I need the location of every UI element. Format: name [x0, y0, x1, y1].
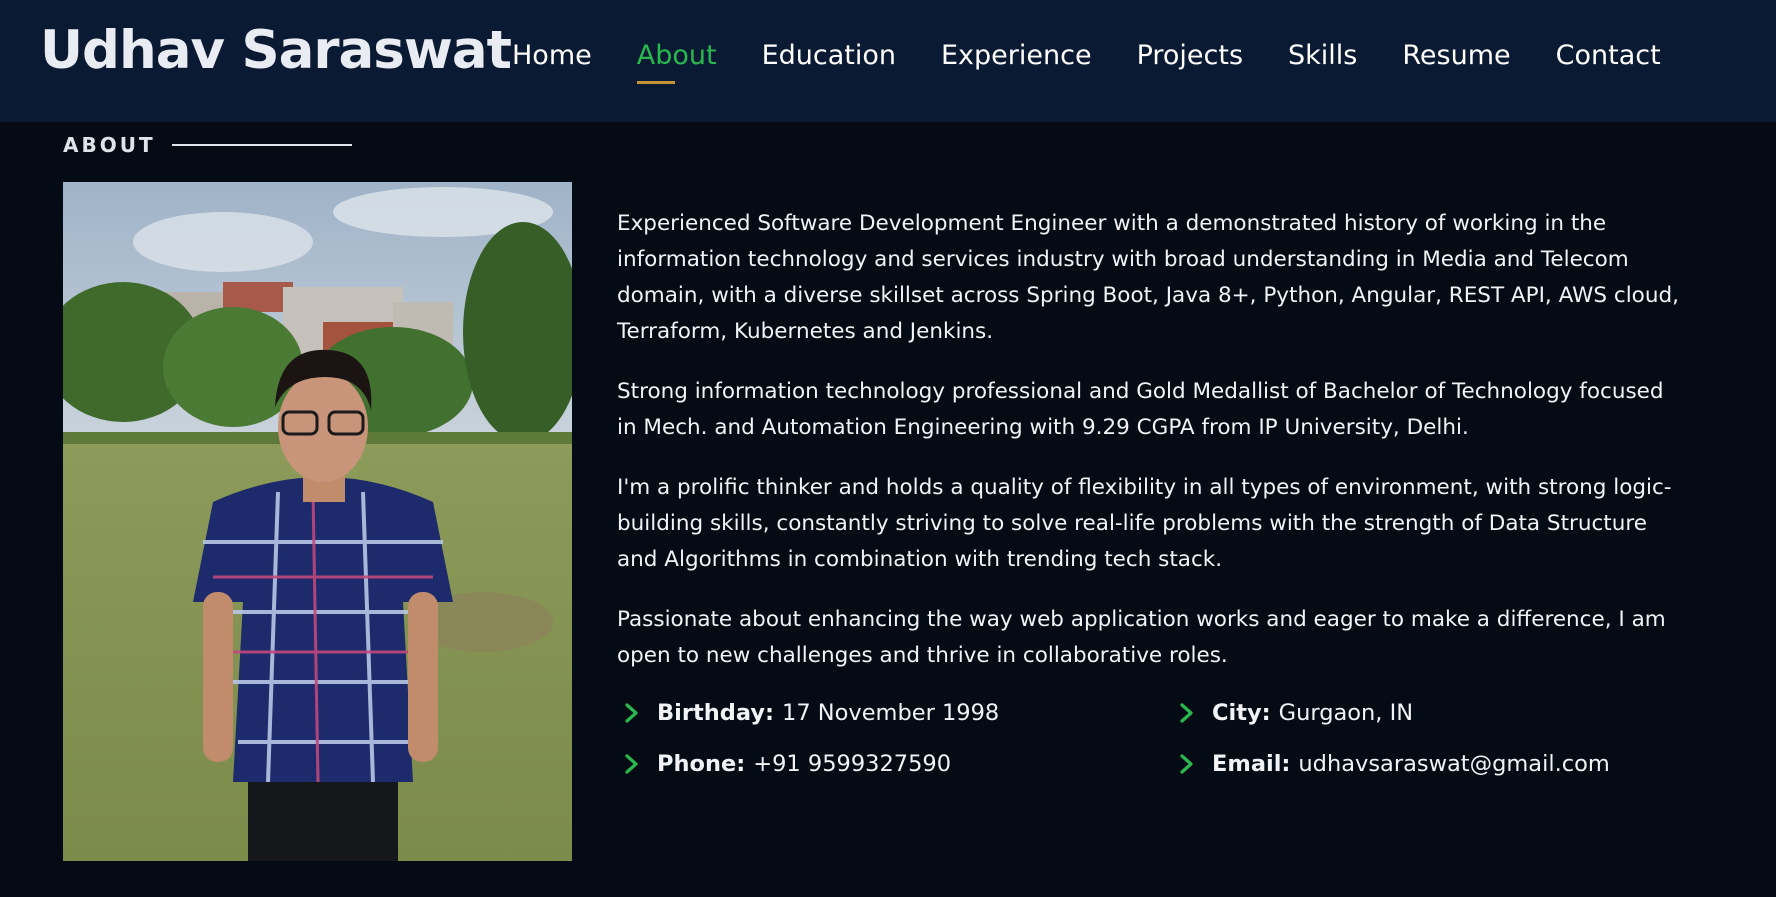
about-paragraph: I'm a prolific thinker and holds a quali…	[617, 475, 1672, 572]
about-paragraph: Strong information technology profession…	[617, 379, 1664, 440]
chevron-right-icon	[617, 702, 647, 724]
section-title-text: ABOUT	[63, 133, 156, 157]
about-content: Experienced Software Development Enginee…	[617, 206, 1687, 698]
about-paragraph: Passionate about enhancing the way web a…	[617, 607, 1666, 668]
detail-value: Gurgaon, IN	[1278, 700, 1414, 726]
detail-value: 17 November 1998	[782, 700, 1000, 726]
detail-phone: Phone: +91 9599327590	[617, 751, 951, 777]
detail-email: Email: udhavsaraswat@gmail.com	[1172, 751, 1610, 777]
main-nav: Home About Education Experience Projects…	[512, 36, 1706, 84]
section-title: ABOUT	[63, 133, 352, 157]
nav-about[interactable]: About	[636, 36, 717, 84]
nav-contact[interactable]: Contact	[1556, 36, 1661, 76]
nav-projects[interactable]: Projects	[1137, 36, 1243, 76]
nav-skills[interactable]: Skills	[1288, 36, 1357, 76]
chevron-right-icon	[1172, 753, 1202, 775]
about-paragraph: Experienced Software Development Enginee…	[617, 211, 1679, 344]
detail-label: Phone:	[657, 751, 746, 777]
nav-resume[interactable]: Resume	[1402, 36, 1510, 76]
detail-birthday: Birthday: 17 November 1998	[617, 700, 999, 726]
detail-value[interactable]: udhavsaraswat@gmail.com	[1298, 751, 1609, 777]
profile-photo	[63, 182, 572, 861]
nav-education[interactable]: Education	[762, 36, 896, 76]
detail-label: Birthday:	[657, 700, 774, 726]
site-logo[interactable]: Udhav Saraswat	[40, 20, 512, 82]
nav-experience[interactable]: Experience	[941, 36, 1092, 76]
detail-value[interactable]: +91 9599327590	[753, 751, 951, 777]
site-header: Udhav Saraswat Home About Education Expe…	[0, 0, 1776, 122]
detail-label: City:	[1212, 700, 1271, 726]
section-title-line	[171, 144, 352, 146]
detail-label: Email:	[1212, 751, 1291, 777]
nav-home[interactable]: Home	[512, 36, 592, 76]
chevron-right-icon	[1172, 702, 1202, 724]
chevron-right-icon	[617, 753, 647, 775]
detail-city: City: Gurgaon, IN	[1172, 700, 1413, 726]
